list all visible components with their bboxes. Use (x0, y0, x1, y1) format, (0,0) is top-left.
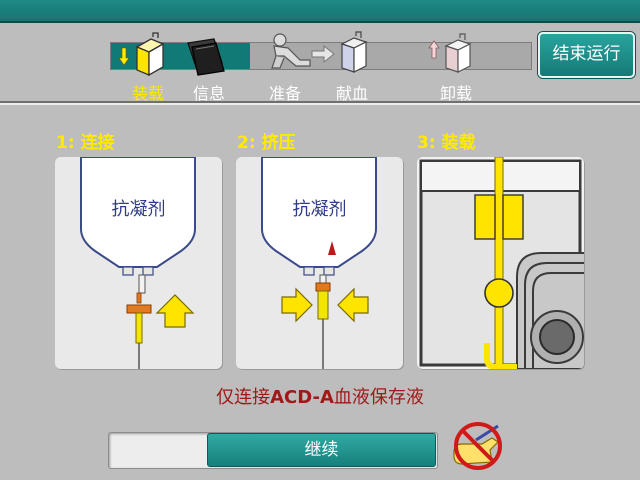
info-folder-icon (187, 38, 225, 76)
continue-button[interactable]: 继续 (207, 433, 436, 467)
load-illustration-panel (417, 157, 584, 369)
anticoagulant-bag-squeeze-illustration (261, 157, 377, 369)
top-status-bar (0, 0, 640, 23)
step-label-prepare: 准备 (269, 84, 302, 103)
panel-title-squeeze: 2: 挤压 (237, 128, 296, 153)
acd-a-notice: 仅连接ACD-A血液保存液 (0, 383, 640, 409)
notice-prefix: 仅连接 (216, 387, 271, 408)
step-label-unload: 卸载 (440, 84, 473, 103)
connect-illustration-panel: 抗凝剂 (55, 157, 222, 369)
load-icon (118, 32, 165, 77)
panel-number: 1: (56, 133, 75, 153)
anticoagulant-label: 抗凝剂 (292, 199, 347, 220)
panel-title-load: 3: 装载 (417, 128, 476, 153)
end-run-button[interactable]: 结束运行 (538, 32, 635, 78)
notice-bold: ACD-A (270, 387, 334, 408)
anticoagulant-bag-connect-illustration (80, 157, 196, 369)
unload-icon (428, 33, 472, 73)
step-label-info: 信息 (193, 84, 226, 103)
panel-title-connect: 1: 连接 (56, 128, 115, 153)
squeeze-illustration-panel: 抗凝剂 (236, 157, 403, 369)
donate-icon (340, 31, 368, 73)
arrow-right-icon (311, 44, 335, 64)
pump-loading-illustration (419, 157, 584, 369)
anticoagulant-label: 抗凝剂 (111, 199, 166, 220)
panel-number: 3: (417, 133, 436, 153)
panel-title-text: 装载 (441, 133, 476, 153)
panel-title-text: 连接 (80, 133, 115, 153)
step-label-load: 装载 (132, 84, 165, 103)
panel-title-text: 挤压 (261, 133, 296, 153)
step-label-donate: 献血 (336, 84, 369, 103)
prepare-donor-icon (271, 33, 311, 69)
panel-number: 2: (237, 133, 256, 153)
notice-suffix: 血液保存液 (333, 387, 424, 408)
no-arm-icon (453, 422, 502, 470)
header-divider-highlight (0, 103, 640, 105)
